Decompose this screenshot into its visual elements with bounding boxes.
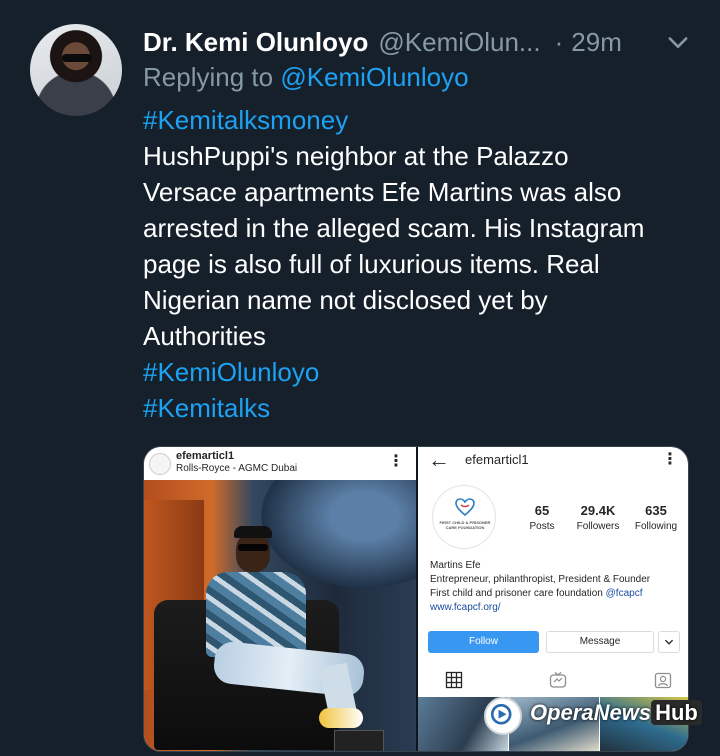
person-shoe xyxy=(319,708,363,728)
grid-icon xyxy=(445,671,463,689)
watermark-text: OperaNews Hub xyxy=(530,700,702,726)
chevron-down-icon xyxy=(664,639,674,645)
foundation-logo-text: FIRST CHILD & PRISONER CARE FOUNDATION xyxy=(439,520,491,530)
display-name[interactable]: Dr. Kemi Olunloyo xyxy=(143,27,368,58)
stat-label: Following xyxy=(634,521,678,532)
suggestions-dropdown xyxy=(658,631,680,653)
tweet-text-line: arrested in the alleged scam. His Instag… xyxy=(143,213,645,243)
post-header: efemarticl1 Rolls-Royce - AGMC Dubai ⋮ xyxy=(144,447,416,480)
bio-mention: @fcapcf xyxy=(605,588,643,599)
person-sunglasses xyxy=(238,544,268,551)
replying-prefix: Replying to xyxy=(143,62,274,92)
tweet-body: #Kemitalksmoney HushPuppi's neighbor at … xyxy=(143,102,703,426)
avatar-sunglasses xyxy=(62,54,92,62)
stat-followers[interactable]: 29.4K Followers xyxy=(568,503,628,532)
person-cap xyxy=(234,526,272,538)
watermark-hub: Hub xyxy=(651,700,702,725)
more-icon: ⋮ xyxy=(388,453,404,470)
stat-value: 29.4K xyxy=(580,503,616,518)
replying-to-link[interactable]: @KemiOlunloyo xyxy=(280,62,468,92)
watermark: OperaNews Hub xyxy=(484,697,710,735)
watermark-brand: OperaNews xyxy=(530,700,652,725)
post-photo xyxy=(144,480,416,751)
bio-url: www.fcapcf.org/ xyxy=(430,602,501,613)
post-avatar xyxy=(149,453,171,475)
post-username: efemarticl1 xyxy=(176,450,235,462)
tweet-text-line: Nigerian name not disclosed yet by xyxy=(143,285,548,315)
stat-value: 635 xyxy=(645,503,667,518)
opera-news-logo-icon xyxy=(484,697,522,735)
media-image-post[interactable]: efemarticl1 Rolls-Royce - AGMC Dubai ⋮ xyxy=(144,447,416,751)
tweet-text-line: HushPuppi's neighbor at the Palazzo xyxy=(143,141,569,171)
bio-line: Entrepreneur, philanthropist, President … xyxy=(430,574,651,585)
follow-button: Follow xyxy=(428,631,539,653)
post-location: Rolls-Royce - AGMC Dubai xyxy=(176,463,298,474)
tweet-header: Dr. Kemi Olunloyo @KemiOlun... · 29m xyxy=(143,22,692,62)
play-icon xyxy=(490,703,512,725)
igtv-icon xyxy=(549,672,567,688)
stat-following[interactable]: 635 Following xyxy=(628,503,684,532)
hashtag-link[interactable]: #Kemitalks xyxy=(143,390,703,426)
more-icon: ⋮ xyxy=(662,451,678,468)
tweet-text-line: Authorities xyxy=(143,321,266,351)
profile-username: efemarticl1 xyxy=(465,452,529,467)
stat-label: Posts xyxy=(529,521,555,532)
separator-dot: · xyxy=(554,26,564,57)
stat-value: 65 xyxy=(534,503,550,518)
tweet-text-line: page is also full of luxurious items. Re… xyxy=(143,249,600,279)
chevron-down-icon[interactable] xyxy=(664,28,692,56)
heart-icon xyxy=(455,498,475,516)
bag xyxy=(334,730,384,751)
hashtag-link[interactable]: #KemiOlunloyo xyxy=(143,354,703,390)
stat-posts: 65 Posts xyxy=(522,503,562,532)
foundation-logo: FIRST CHILD & PRISONER CARE FOUNDATION xyxy=(432,485,496,549)
tweet-text-line: Versace apartments Efe Martins was also xyxy=(143,177,622,207)
bio-name: Martins Efe xyxy=(430,560,481,571)
tagged-icon xyxy=(654,672,672,689)
profile-avatar[interactable] xyxy=(30,24,122,116)
user-handle[interactable]: @KemiOlun... xyxy=(378,27,540,58)
back-arrow-icon: ← xyxy=(428,447,450,472)
tweet-timestamp[interactable]: 29m xyxy=(571,27,622,58)
stat-label: Followers xyxy=(576,521,620,532)
hashtag-link[interactable]: #Kemitalksmoney xyxy=(143,102,703,138)
bio-line: First child and prisoner care foundation… xyxy=(430,588,643,599)
bio-text: First child and prisoner care foundation xyxy=(430,588,606,599)
replying-to: Replying to @KemiOlunloyo xyxy=(143,62,469,93)
message-button: Message xyxy=(546,631,654,653)
person-head xyxy=(236,532,270,572)
